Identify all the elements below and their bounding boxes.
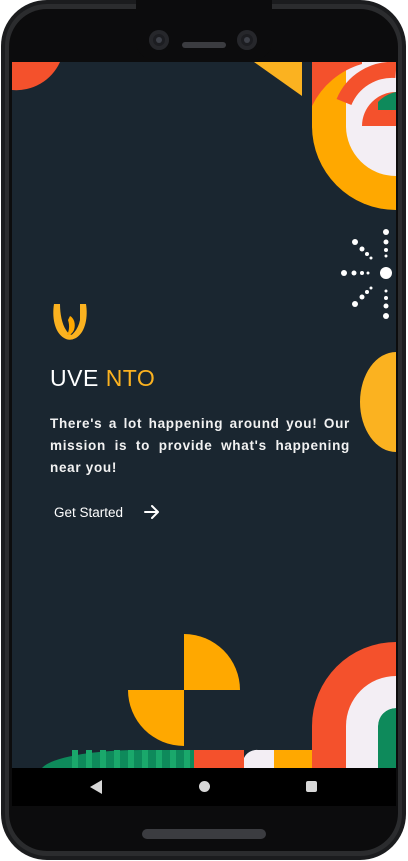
phone-frame: UVE NTO There's a lot happening around y… <box>0 0 408 861</box>
android-nav-bar <box>12 768 396 806</box>
splash-screen: UVE NTO There's a lot happening around y… <box>12 62 396 768</box>
tagline-text: There's a lot happening around you! Our … <box>50 416 350 475</box>
brand-part-two: NTO <box>105 365 156 391</box>
uvento-logo-icon <box>53 304 87 340</box>
app-brand-title: UVE NTO <box>50 365 155 392</box>
home-circle-icon[interactable] <box>199 781 210 792</box>
earpiece-speaker <box>182 42 226 48</box>
bottom-speaker <box>142 829 266 839</box>
camera-left-icon <box>149 30 169 50</box>
arrow-right-icon <box>144 505 160 519</box>
camera-right-icon <box>237 30 257 50</box>
get-started-button[interactable]: Get Started <box>54 501 161 523</box>
brand-part-one: UVE <box>50 365 99 391</box>
get-started-label: Get Started <box>54 504 124 520</box>
back-triangle-icon[interactable] <box>90 780 102 794</box>
recent-apps-square-icon[interactable] <box>306 781 317 792</box>
